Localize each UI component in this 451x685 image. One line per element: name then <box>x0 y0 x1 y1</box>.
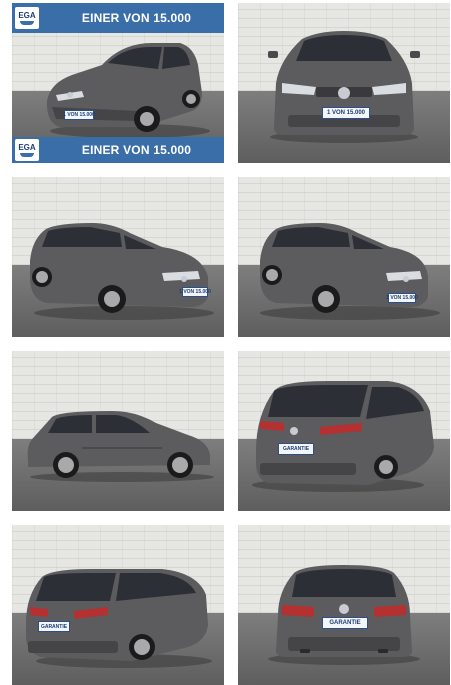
photo-tile-4[interactable]: 1 VON 15.000 <box>238 177 450 337</box>
logo-swoosh-icon <box>20 152 34 157</box>
plate-text: 1 VON 15.000 <box>326 110 366 116</box>
license-plate: 1 VON 15.000 <box>322 107 370 119</box>
car-image <box>30 223 214 320</box>
license-plate: 1 VON 15.000 <box>63 110 95 120</box>
logo-swoosh-icon <box>20 20 34 25</box>
photo-tile-7[interactable]: GARANTIE <box>12 525 224 685</box>
photo-tile-5[interactable] <box>12 351 224 511</box>
car-image <box>268 31 420 143</box>
license-plate: GARANTIE <box>278 443 314 455</box>
car-image <box>260 223 440 320</box>
car-image <box>268 565 420 665</box>
plate-text: GARANTIE <box>282 446 310 452</box>
photo-tile-8[interactable]: GARANTIE <box>238 525 450 685</box>
license-plate: 1 VON 15.000 <box>179 287 211 297</box>
plate-text: GARANTIE <box>40 623 68 630</box>
plate-text: GARANTIE <box>329 620 361 626</box>
logo-text: EGA <box>18 142 36 152</box>
photo-tile-2[interactable]: 1 VON 15.000 <box>238 3 450 163</box>
photo-gallery: 1 VON 15.000 EGA EINER VON 15.000 EGA EI… <box>0 0 451 685</box>
ega-logo: EGA <box>15 7 39 29</box>
car-image <box>27 411 214 482</box>
plate-text: 1 VON 15.000 <box>179 289 211 295</box>
plate-text: 1 VON 15.000 <box>386 295 418 301</box>
car-image <box>252 381 434 492</box>
plate-text: 1 VON 15.000 <box>63 112 95 118</box>
license-plate: GARANTIE <box>322 617 368 629</box>
banner-top-text: EINER VON 15.000 <box>81 11 192 25</box>
ega-logo: EGA <box>15 139 39 161</box>
logo-text: EGA <box>18 10 36 20</box>
car-image <box>26 569 212 668</box>
license-plate: 1 VON 15.000 <box>386 293 418 303</box>
promo-banner-top: EGA EINER VON 15.000 <box>12 3 224 33</box>
photo-tile-6[interactable]: GARANTIE <box>238 351 450 511</box>
promo-banner-bottom: EGA EINER VON 15.000 <box>12 137 224 163</box>
license-plate: GARANTIE <box>38 621 70 632</box>
photo-tile-3[interactable]: 1 VON 15.000 <box>12 177 224 337</box>
banner-bottom-text: EINER VON 15.000 <box>81 143 192 157</box>
photo-tile-1[interactable]: 1 VON 15.000 EGA EINER VON 15.000 EGA EI… <box>12 3 224 163</box>
